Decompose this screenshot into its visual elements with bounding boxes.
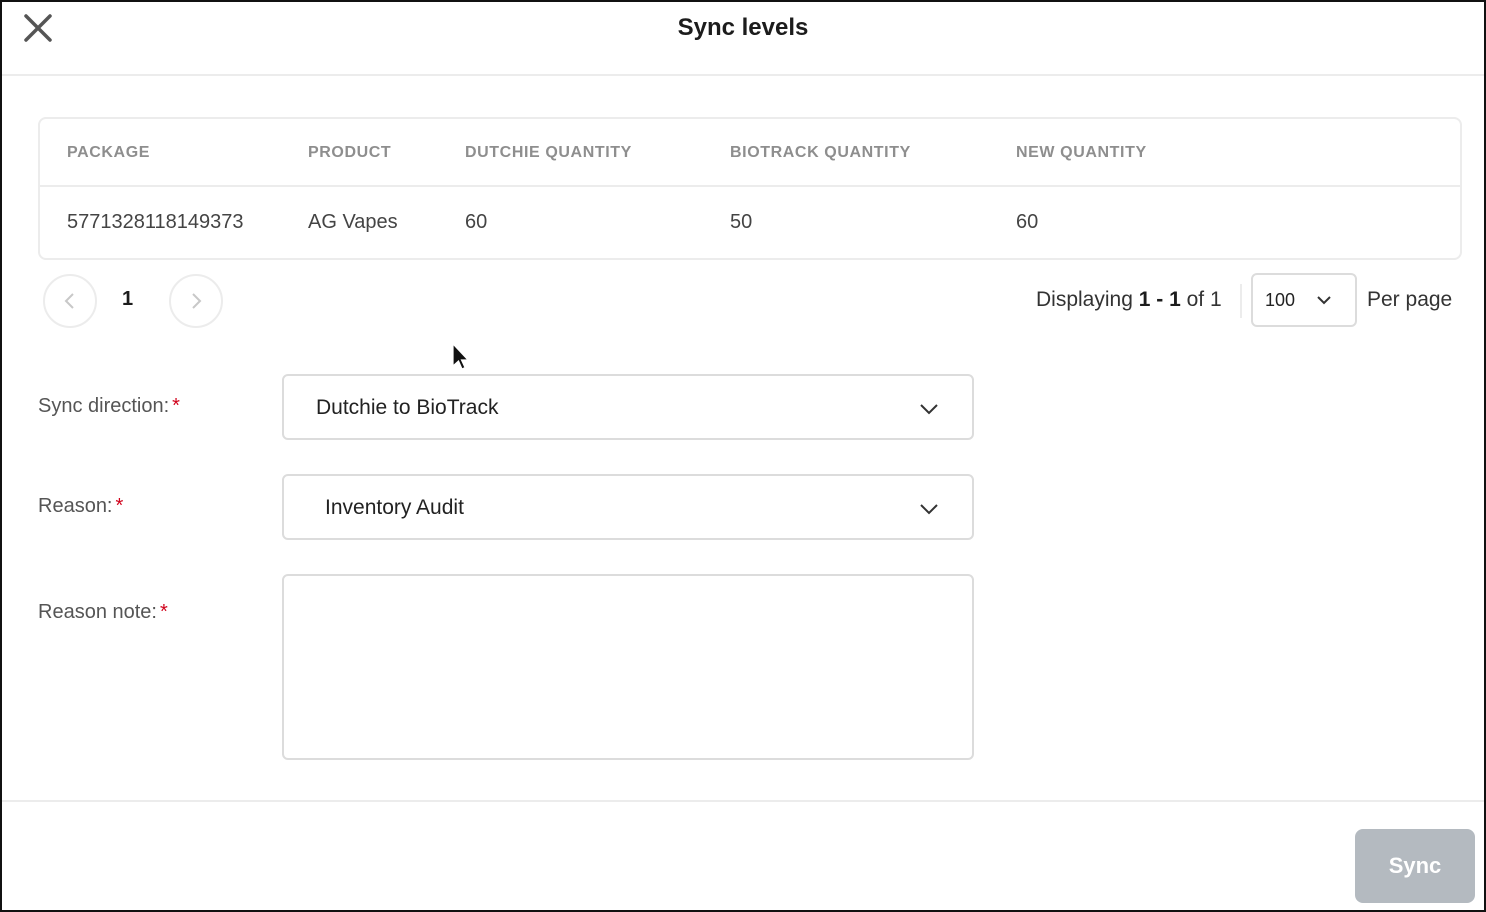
- chevron-down-icon: [920, 504, 938, 515]
- sync-direction-label-text: Sync direction:: [38, 395, 170, 417]
- column-header-dutchie-quantity[interactable]: DUTCHIE QUANTITY: [465, 144, 632, 162]
- reason-note-textarea[interactable]: [282, 574, 974, 760]
- modal-header: Sync levels: [2, 2, 1484, 76]
- chevron-left-icon: [64, 293, 74, 309]
- reason-note-label: Reason note: *: [38, 601, 168, 624]
- per-page-label: Per page: [1367, 288, 1453, 311]
- chevron-down-icon: [1317, 296, 1331, 305]
- per-page-value: 100: [1265, 290, 1296, 310]
- reason-value: Inventory Audit: [325, 496, 464, 519]
- required-asterisk: *: [159, 601, 168, 623]
- cell-package: 5771328118149373: [67, 211, 244, 233]
- column-header-product[interactable]: PRODUCT: [308, 144, 391, 162]
- sync-direction-select[interactable]: Dutchie to BioTrack: [282, 374, 974, 440]
- current-page-number[interactable]: 1: [122, 288, 133, 311]
- sync-levels-modal: Sync levels PACKAGE PRODUCT DUTCHIE QUAN…: [0, 0, 1486, 912]
- modal-title: Sync levels: [677, 14, 809, 41]
- displaying-prefix: Displaying: [1036, 288, 1133, 311]
- mouse-cursor-icon: [452, 342, 470, 370]
- reason-label: Reason: *: [38, 495, 123, 518]
- cell-biotrack-quantity: 50: [730, 211, 753, 233]
- table-header: PACKAGE PRODUCT DUTCHIE QUANTITY BIOTRAC…: [40, 119, 1460, 187]
- cell-new-quantity: 60: [1016, 211, 1039, 233]
- cell-product: AG Vapes: [308, 211, 398, 233]
- displaying-range: 1 - 1: [1138, 288, 1181, 311]
- per-page-select[interactable]: 100: [1251, 273, 1357, 327]
- required-asterisk: *: [115, 495, 124, 517]
- previous-page-button[interactable]: [43, 274, 97, 328]
- chevron-down-icon: [920, 404, 938, 415]
- pagination-summary: Displaying 1 - 1 of 1: [1036, 288, 1222, 312]
- column-header-package[interactable]: PACKAGE: [67, 144, 150, 162]
- reason-note-label-text: Reason note:: [38, 601, 157, 623]
- sync-direction-label: Sync direction: *: [38, 395, 180, 418]
- column-header-biotrack-quantity[interactable]: BIOTRACK QUANTITY: [730, 144, 911, 162]
- sync-direction-value: Dutchie to BioTrack: [316, 396, 499, 419]
- pagination-divider: [1240, 284, 1242, 318]
- chevron-right-icon: [192, 293, 202, 309]
- reason-select[interactable]: Inventory Audit: [282, 474, 974, 540]
- reason-label-text: Reason:: [38, 495, 113, 517]
- footer-divider: [2, 800, 1484, 802]
- required-asterisk: *: [172, 395, 180, 417]
- column-header-new-quantity[interactable]: NEW QUANTITY: [1016, 144, 1147, 162]
- cell-dutchie-quantity: 60: [465, 211, 488, 233]
- sync-button[interactable]: Sync: [1355, 829, 1475, 903]
- next-page-button[interactable]: [169, 274, 223, 328]
- displaying-suffix: of 1: [1186, 288, 1222, 311]
- packages-table: PACKAGE PRODUCT DUTCHIE QUANTITY BIOTRAC…: [38, 117, 1462, 260]
